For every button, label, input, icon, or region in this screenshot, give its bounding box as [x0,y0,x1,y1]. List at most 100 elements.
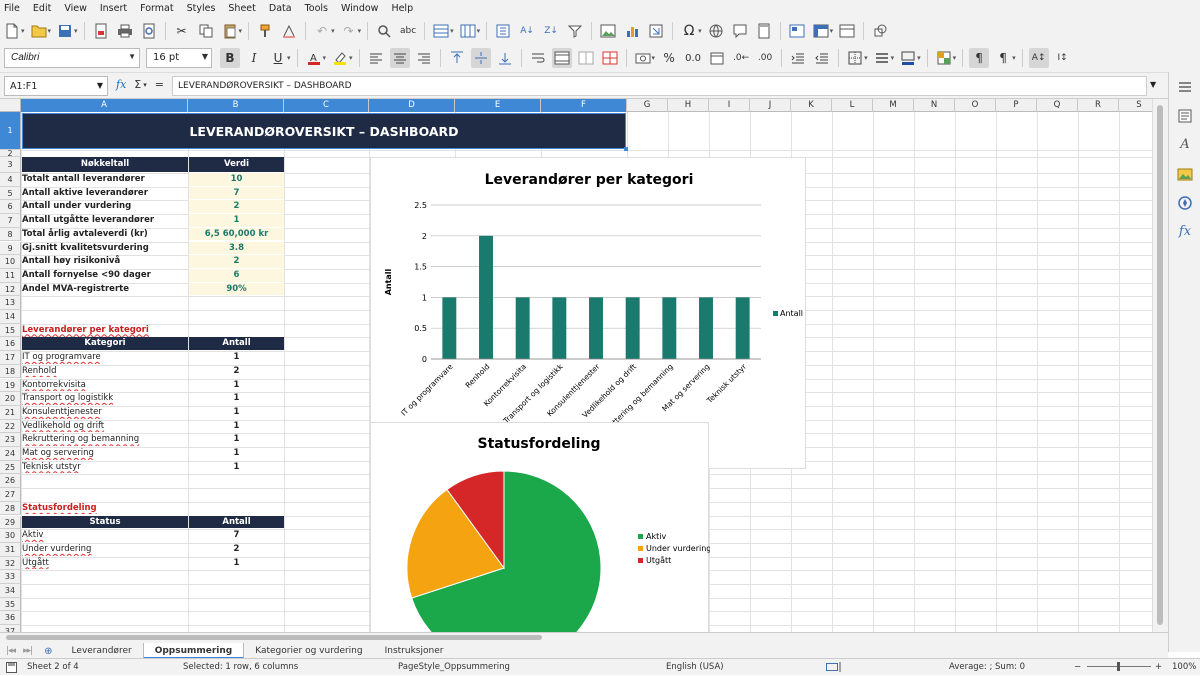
kpi-label[interactable]: Antall utgåtte leverandører [22,214,188,227]
border-style-icon[interactable] [872,48,892,68]
row-header-13[interactable]: 13 [0,296,21,310]
category-value[interactable]: 1 [189,447,284,460]
category-label[interactable]: Teknisk utstyr [22,461,188,474]
category-label[interactable]: Renhold [22,365,188,378]
functions-icon[interactable]: fx [1169,217,1200,246]
clone-formatting-icon[interactable] [255,21,275,41]
zoom-out-icon[interactable]: − [1074,662,1081,672]
last-sheet-icon[interactable]: ▸▸| [23,646,33,656]
chevron-down-icon[interactable]: ▼ [128,52,136,61]
comment-icon[interactable] [730,21,750,41]
row-header-5[interactable]: 5 [0,186,21,201]
row-header-36[interactable]: 36 [0,611,21,626]
dashboard-title-cell[interactable]: LEVERANDØROVERSIKT – DASHBOARD [22,113,626,149]
row-header-10[interactable]: 10 [0,255,21,269]
find-replace-icon[interactable] [374,21,394,41]
menu-item-insert[interactable]: Insert [100,3,127,14]
row-header-23[interactable]: 23 [0,433,21,447]
new-document-icon[interactable] [2,21,22,41]
column-header-g[interactable]: G [627,99,668,112]
add-sheet-icon[interactable]: ⊕ [44,646,52,657]
column-header-q[interactable]: Q [1037,99,1078,112]
selection-handle[interactable] [624,147,628,151]
paste-icon[interactable] [220,21,240,41]
export-pdf-icon[interactable] [91,21,111,41]
clear-formatting-icon[interactable] [279,21,299,41]
row-header-16[interactable]: 16 [0,337,21,352]
column-icon[interactable] [458,21,478,41]
vertical-text-icon[interactable]: I↕ [1053,48,1073,68]
special-character-icon[interactable]: Ω [679,21,699,41]
formula-icon[interactable]: = [155,78,164,91]
column-header-p[interactable]: P [996,99,1037,112]
status-section-title[interactable]: Statusfordeling [22,502,188,515]
kpi-label[interactable]: Gj.snitt kvalitetsvurdering [22,242,188,255]
row-header-26[interactable]: 26 [0,474,21,489]
row-header-17[interactable]: 17 [0,351,21,365]
text-orientation-icon[interactable]: A↕ [1028,48,1049,68]
category-label[interactable]: Konsulenttjenester [22,406,188,419]
row-header-32[interactable]: 32 [0,556,21,571]
status-value[interactable]: 2 [189,543,284,556]
column-header-j[interactable]: J [750,99,791,112]
column-header-e[interactable]: E [455,99,541,112]
category-label[interactable]: Transport og logistikk [22,392,188,405]
kpi-value[interactable]: 90% [189,282,284,296]
column-header-l[interactable]: L [832,99,873,112]
menu-item-styles[interactable]: Styles [187,3,216,14]
kpi-value[interactable]: 6,5 60,000 kr [189,227,284,241]
category-label[interactable]: Vedlikehold og drift [22,420,188,433]
kpi-label[interactable]: Total årlig avtaleverdi (kr) [22,228,188,241]
row-header-31[interactable]: 31 [0,542,21,557]
properties-icon[interactable] [1169,101,1200,130]
kpi-label[interactable]: Antall høy risikonivå [22,255,188,268]
bar-chart-bar[interactable] [552,297,567,359]
category-value[interactable]: 1 [189,433,284,446]
redo-icon[interactable]: ↷ [339,21,359,41]
row-header-11[interactable]: 11 [0,268,21,283]
zoom-in-icon[interactable]: + [1155,662,1162,672]
expand-formula-bar-icon[interactable]: ▼ [1150,80,1156,89]
column-header-c[interactable]: C [284,99,369,112]
column-header-h[interactable]: H [668,99,709,112]
category-label[interactable]: Mat og servering [22,447,188,460]
spelling-icon[interactable]: abc [398,21,418,41]
kpi-value[interactable]: 7 [189,186,284,200]
sort-icon[interactable] [493,21,513,41]
italic-icon[interactable]: I [244,48,264,68]
function-wizard-icon[interactable]: fx [116,78,126,91]
tab-oppsummering[interactable]: Oppsummering [142,643,245,659]
row-header-3[interactable]: 3 [0,157,21,173]
column-header-o[interactable]: O [955,99,996,112]
wrap-text-icon[interactable] [528,48,548,68]
row-header-14[interactable]: 14 [0,310,21,324]
underline-icon[interactable]: U [268,48,288,68]
row-header-4[interactable]: 4 [0,173,21,187]
row-header-20[interactable]: 20 [0,392,21,406]
row-icon[interactable] [431,21,451,41]
bar-chart-bar[interactable] [662,297,677,359]
increase-indent-icon[interactable] [788,48,808,68]
menu-item-tools[interactable]: Tools [305,3,328,14]
text-direction-ltr-icon[interactable]: ¶ [969,48,990,68]
chevron-down-icon[interactable]: ▼ [97,81,103,90]
row-header-12[interactable]: 12 [0,282,21,297]
kpi-label[interactable]: Antall under vurdering [22,200,188,213]
split-window-icon[interactable] [837,21,857,41]
menu-item-sheet[interactable]: Sheet [228,3,255,14]
row-header-33[interactable]: 33 [0,570,21,584]
gallery-icon[interactable] [1169,159,1200,188]
kpi-label[interactable]: Andel MVA-registrerte [22,283,188,296]
column-header-n[interactable]: N [914,99,955,112]
pie-chart[interactable]: Statusfordeling Aktiv Under vurdering Utgåt… [370,422,711,632]
category-label[interactable]: Kontorrekvisita [22,379,188,392]
sort-ascending-icon[interactable]: A↓ [517,21,537,41]
kpi-value[interactable]: 1 [189,214,284,227]
kpi-header-label[interactable]: Nøkkeltall [22,157,188,172]
status-header-label[interactable]: Status [22,515,188,529]
currency-format-icon[interactable] [633,48,653,68]
name-box[interactable]: A1:F1 ▼ [4,76,108,96]
category-value[interactable]: 2 [189,365,284,378]
headers-footers-icon[interactable] [754,21,774,41]
menu-item-data[interactable]: Data [269,3,292,14]
